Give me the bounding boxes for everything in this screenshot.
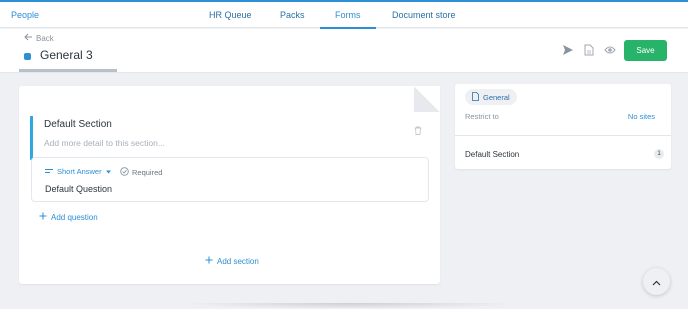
section-description-input[interactable]: Add more detail to this section... bbox=[44, 138, 165, 148]
question-card[interactable]: Short Answer Required Default Question bbox=[31, 157, 429, 202]
tab-forms[interactable]: Forms bbox=[335, 10, 361, 20]
question-type-label: Short Answer bbox=[57, 167, 102, 176]
add-question-label: Add question bbox=[51, 212, 98, 222]
eye-icon[interactable] bbox=[603, 43, 617, 57]
document-icon bbox=[472, 91, 479, 103]
plus-icon bbox=[205, 256, 213, 266]
check-circle-icon bbox=[120, 167, 129, 178]
back-label: Back bbox=[36, 33, 54, 43]
people-link[interactable]: People bbox=[11, 10, 39, 20]
tab-packs[interactable]: Packs bbox=[280, 10, 305, 20]
plus-icon bbox=[39, 212, 47, 222]
document-icon[interactable] bbox=[582, 43, 596, 57]
category-label: General bbox=[483, 92, 510, 102]
top-nav-bar: People HR Queue Packs Forms Document sto… bbox=[0, 0, 688, 29]
restrict-to-label: Restrict to bbox=[465, 112, 499, 121]
question-type-dropdown[interactable]: Short Answer bbox=[45, 167, 111, 176]
bottom-shadow bbox=[180, 303, 520, 309]
required-label: Required bbox=[132, 168, 163, 177]
short-answer-icon bbox=[45, 167, 53, 176]
page-title[interactable]: General 3 bbox=[40, 48, 93, 62]
add-question-button[interactable]: Add question bbox=[39, 212, 98, 222]
divider bbox=[455, 135, 671, 136]
trash-icon[interactable] bbox=[414, 122, 422, 140]
tab-document-store[interactable]: Document store bbox=[392, 10, 456, 20]
question-count-badge: 1 bbox=[654, 149, 664, 159]
back-link[interactable]: Back bbox=[24, 33, 54, 43]
outline-section-item[interactable]: Default Section bbox=[465, 150, 519, 159]
chevron-up-icon bbox=[652, 273, 661, 291]
page-fold-corner bbox=[414, 86, 440, 112]
form-editor-card: Default Section Add more detail to this … bbox=[19, 86, 440, 284]
scroll-to-top-button[interactable] bbox=[643, 268, 670, 295]
send-icon[interactable] bbox=[561, 43, 575, 57]
page-header: Back General 3 Save bbox=[0, 29, 688, 73]
caret-down-icon bbox=[105, 167, 111, 176]
save-button[interactable]: Save bbox=[624, 40, 667, 61]
category-badge[interactable]: General bbox=[465, 89, 517, 105]
add-section-label: Add section bbox=[217, 256, 259, 266]
question-title[interactable]: Default Question bbox=[45, 184, 112, 194]
title-underline bbox=[19, 69, 117, 72]
sites-link[interactable]: No sites bbox=[628, 112, 655, 121]
add-section-button[interactable]: Add section bbox=[205, 256, 259, 266]
section-block[interactable]: Default Section Add more detail to this … bbox=[30, 116, 430, 160]
form-color-dot bbox=[24, 53, 31, 60]
arrow-left-icon bbox=[24, 33, 33, 43]
tab-hr-queue[interactable]: HR Queue bbox=[209, 10, 252, 20]
required-toggle[interactable]: Required bbox=[120, 167, 162, 178]
section-title[interactable]: Default Section bbox=[44, 119, 112, 130]
form-settings-panel: General Restrict to No sites Default Sec… bbox=[455, 84, 671, 169]
